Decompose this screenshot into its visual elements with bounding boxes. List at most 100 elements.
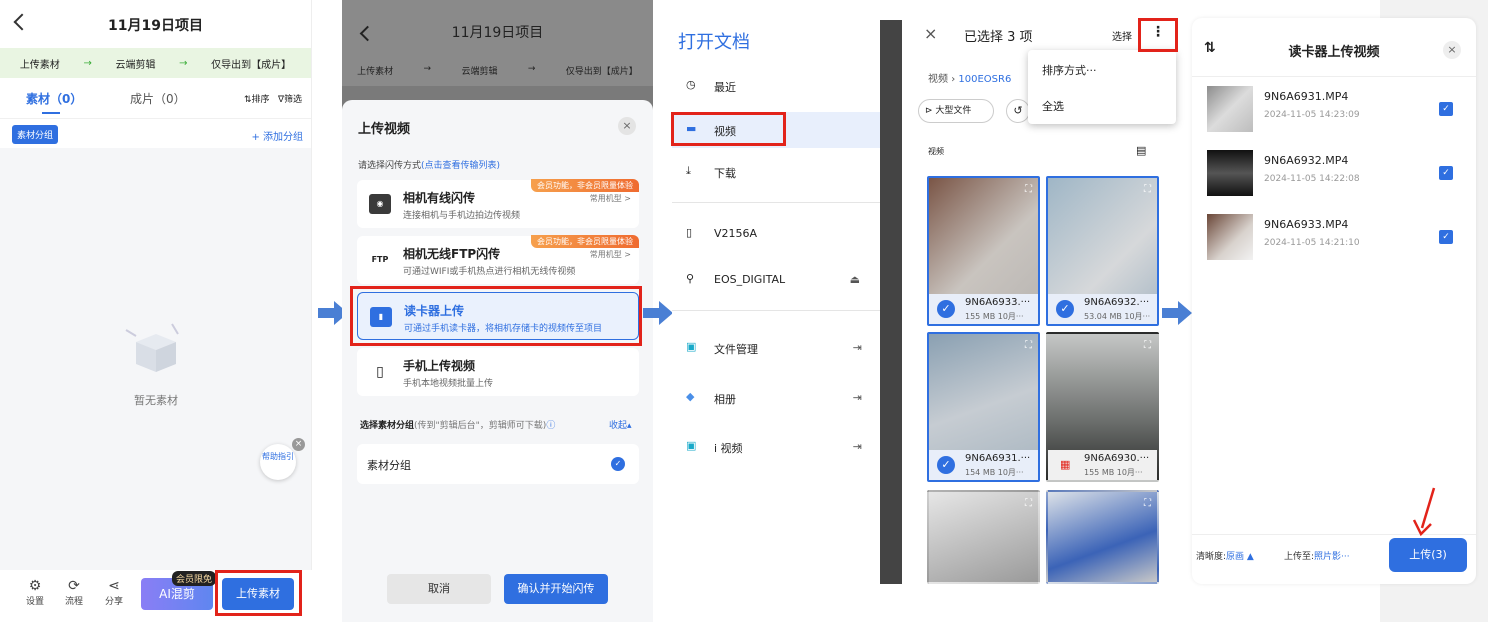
select-button[interactable]: 选择: [1112, 28, 1132, 43]
tag-icon: ⊳: [925, 106, 933, 116]
material-group-button[interactable]: 素材分组: [12, 125, 59, 144]
empty-box-icon: [125, 323, 179, 372]
more-icon[interactable]: ⋮: [1151, 24, 1165, 40]
back-icon[interactable]: [13, 13, 31, 31]
back-icon[interactable]: [359, 25, 376, 42]
album-icon: ◆: [686, 390, 695, 403]
vip-badge: 会员功能，非会员限量体验: [531, 179, 639, 192]
tile-caption: ✓ 9N6A6933.··· 155 MB 10月···: [929, 294, 1038, 324]
background-strip: [880, 20, 902, 584]
selection-count: 已选择 3 项: [964, 30, 1033, 45]
list-view-icon[interactable]: ▤: [1136, 144, 1146, 157]
settings-icon: ⚙: [28, 578, 42, 594]
collapse-button[interactable]: 收起▴: [609, 418, 632, 431]
eject-icon[interactable]: ⏏: [850, 273, 860, 286]
file-row[interactable]: 9N6A6931.MP4 2024-11-05 14:23:09 ✓: [1192, 78, 1476, 138]
video-folder-icon: ▬: [686, 122, 697, 135]
file-row[interactable]: 9N6A6933.MP4 2024-11-05 14:21:10 ✓: [1192, 206, 1476, 266]
expand-icon[interactable]: ⛶: [1025, 340, 1032, 351]
transfer-list-link[interactable]: (点击查看传输列表): [421, 161, 500, 171]
group-label: 选择素材分组(传到"剪辑后台"，剪辑师可下载)ⓘ: [360, 421, 556, 431]
history-icon: ↺: [1013, 104, 1023, 117]
checkbox[interactable]: ✓: [1439, 230, 1453, 244]
ftp-icon: FTP: [369, 250, 391, 270]
upload-material-button[interactable]: 上传素材: [222, 578, 294, 610]
file-name: 9N6A6933.MP4: [1264, 218, 1349, 231]
expand-icon[interactable]: ⛶: [1144, 184, 1151, 195]
card-desc: 手机本地视频批量上传: [403, 379, 494, 389]
open-external-icon: ⇥: [852, 341, 862, 354]
file-date: 2024-11-05 14:23:09: [1264, 110, 1360, 120]
close-icon[interactable]: ×: [924, 24, 937, 43]
tab-finished[interactable]: 成片（0）: [130, 90, 186, 107]
settings-button[interactable]: ⚙ 设置: [20, 578, 50, 607]
large-files-chip[interactable]: ⊳ 大型文件: [918, 99, 994, 123]
section-label: 视频: [928, 147, 944, 156]
video-tile[interactable]: ⛶: [927, 490, 1040, 584]
upload-destination[interactable]: 上传至:照片影···: [1284, 549, 1350, 562]
close-icon[interactable]: ×: [618, 117, 636, 135]
share-button[interactable]: ⋖ 分享: [99, 578, 129, 607]
menu-item-select-all[interactable]: 全选: [1042, 98, 1064, 114]
cancel-button[interactable]: 取消: [387, 574, 491, 604]
tab-materials[interactable]: 素材（0）: [26, 90, 82, 107]
flow-icon: ⟳: [68, 578, 80, 594]
breadcrumb: 视频 › 100EOSR6: [928, 74, 1012, 85]
overflow-menu: 排序方式··· 全选: [1028, 50, 1176, 124]
expand-icon[interactable]: ⛶: [1144, 498, 1151, 509]
check-icon: ✓: [1056, 300, 1074, 318]
checkbox[interactable]: ✓: [1439, 102, 1453, 116]
nav-recent[interactable]: ◷ 最近: [672, 68, 880, 104]
clarity-setting[interactable]: 清晰度:原画 ▲: [1196, 549, 1254, 562]
add-group-button[interactable]: + 添加分组: [251, 128, 303, 143]
nav-device[interactable]: ▯ V2156A: [672, 216, 880, 252]
checkbox[interactable]: ✓: [1439, 166, 1453, 180]
download-icon: ⤓: [686, 164, 691, 177]
help-button[interactable]: 帮助指引: [260, 444, 296, 480]
close-icon[interactable]: ×: [292, 438, 305, 451]
nav-album[interactable]: ◆ 相册 ⇥: [672, 380, 880, 416]
wired-transfer-card[interactable]: ◉ 相机有线闪传 连接相机与手机边拍边传视频 常用机型 > 会员功能，非会员限量…: [357, 179, 639, 228]
models-link[interactable]: 常用机型 >: [590, 249, 631, 260]
nav-sd-card[interactable]: ⚲ EOS_DIGITAL ⏏: [672, 262, 880, 298]
header: 11月19日项目: [0, 0, 311, 48]
card-title: 手机上传视频: [403, 359, 476, 373]
recent-chip[interactable]: ↺: [1006, 99, 1030, 123]
models-link[interactable]: 常用机型 >: [590, 193, 631, 204]
page-title: 11月19日项目: [451, 25, 544, 41]
upload-button[interactable]: 上传(3): [1389, 538, 1467, 572]
phone-upload-card[interactable]: ▯ 手机上传视频 手机本地视频批量上传: [357, 348, 639, 396]
sort-icon: ⇅: [244, 95, 252, 105]
ftp-transfer-card[interactable]: FTP 相机无线FTP闪传 可通过WIFI或手机热点进行相机无线传视频 常用机型…: [357, 235, 639, 284]
file-name: 9N6A6931.MP4: [1264, 90, 1349, 103]
workflow-steps: 上传素材 → 云端剪辑 → 仅导出到【成片】: [0, 48, 311, 78]
bottom-sheet: 上传视频 × 请选择闪传方式(点击查看传输列表) ◉ 相机有线闪传 连接相机与手…: [342, 100, 653, 622]
video-tile[interactable]: ⛶ ✓ 9N6A6933.··· 155 MB 10月···: [927, 176, 1040, 326]
sort-button[interactable]: ⇅排序: [244, 92, 270, 105]
expand-icon[interactable]: ⛶: [1025, 498, 1032, 509]
video-tile[interactable]: ⛶ ✓ 9N6A6931.··· 154 MB 10月···: [927, 332, 1040, 482]
video-tile[interactable]: ⛶ ▦ 9N6A6930.··· 155 MB 10月···: [1046, 332, 1159, 482]
video-tile[interactable]: ⛶ ✓ 9N6A6932.··· 53.04 MB 10月···: [1046, 176, 1159, 326]
file-name: 9N6A6932.MP4: [1264, 154, 1349, 167]
expand-icon[interactable]: ⛶: [1025, 184, 1032, 195]
card-reader-card[interactable]: ▮ 读卡器上传 可通过手机读卡器，将相机存储卡的视频传至项目: [357, 292, 639, 340]
step-arrow: →: [83, 57, 92, 69]
file-row[interactable]: 9N6A6932.MP4 2024-11-05 14:22:08 ✓: [1192, 142, 1476, 202]
filter-button[interactable]: ∇筛选: [278, 92, 302, 105]
upload-sheet-screen: 11月19日项目 上传素材 → 云端剪辑 → 仅导出到【成片】 上传视频 × 请…: [342, 0, 653, 622]
step-edit: 云端剪辑: [461, 67, 498, 77]
expand-icon[interactable]: ⛶: [1144, 340, 1151, 351]
flow-button[interactable]: ⟳ 流程: [59, 578, 89, 607]
close-icon[interactable]: ×: [1443, 41, 1461, 59]
video-tile[interactable]: ⛶: [1046, 490, 1159, 584]
nav-file-manager[interactable]: ▣ 文件管理 ⇥: [672, 330, 880, 366]
nav-ivideo[interactable]: ▣ i 视频 ⇥: [672, 429, 880, 465]
nav-videos[interactable]: ▬ 视频: [672, 112, 880, 148]
nav-downloads[interactable]: ⤓ 下载: [672, 154, 880, 190]
group-option[interactable]: 素材分组 ✓: [357, 444, 639, 484]
menu-item-sort[interactable]: 排序方式···: [1042, 62, 1097, 78]
card-desc: 连接相机与手机边拍边传视频: [403, 211, 521, 221]
confirm-button[interactable]: 确认并开始闪传: [504, 574, 608, 604]
vip-badge: 会员功能，非会员限量体验: [531, 235, 639, 248]
